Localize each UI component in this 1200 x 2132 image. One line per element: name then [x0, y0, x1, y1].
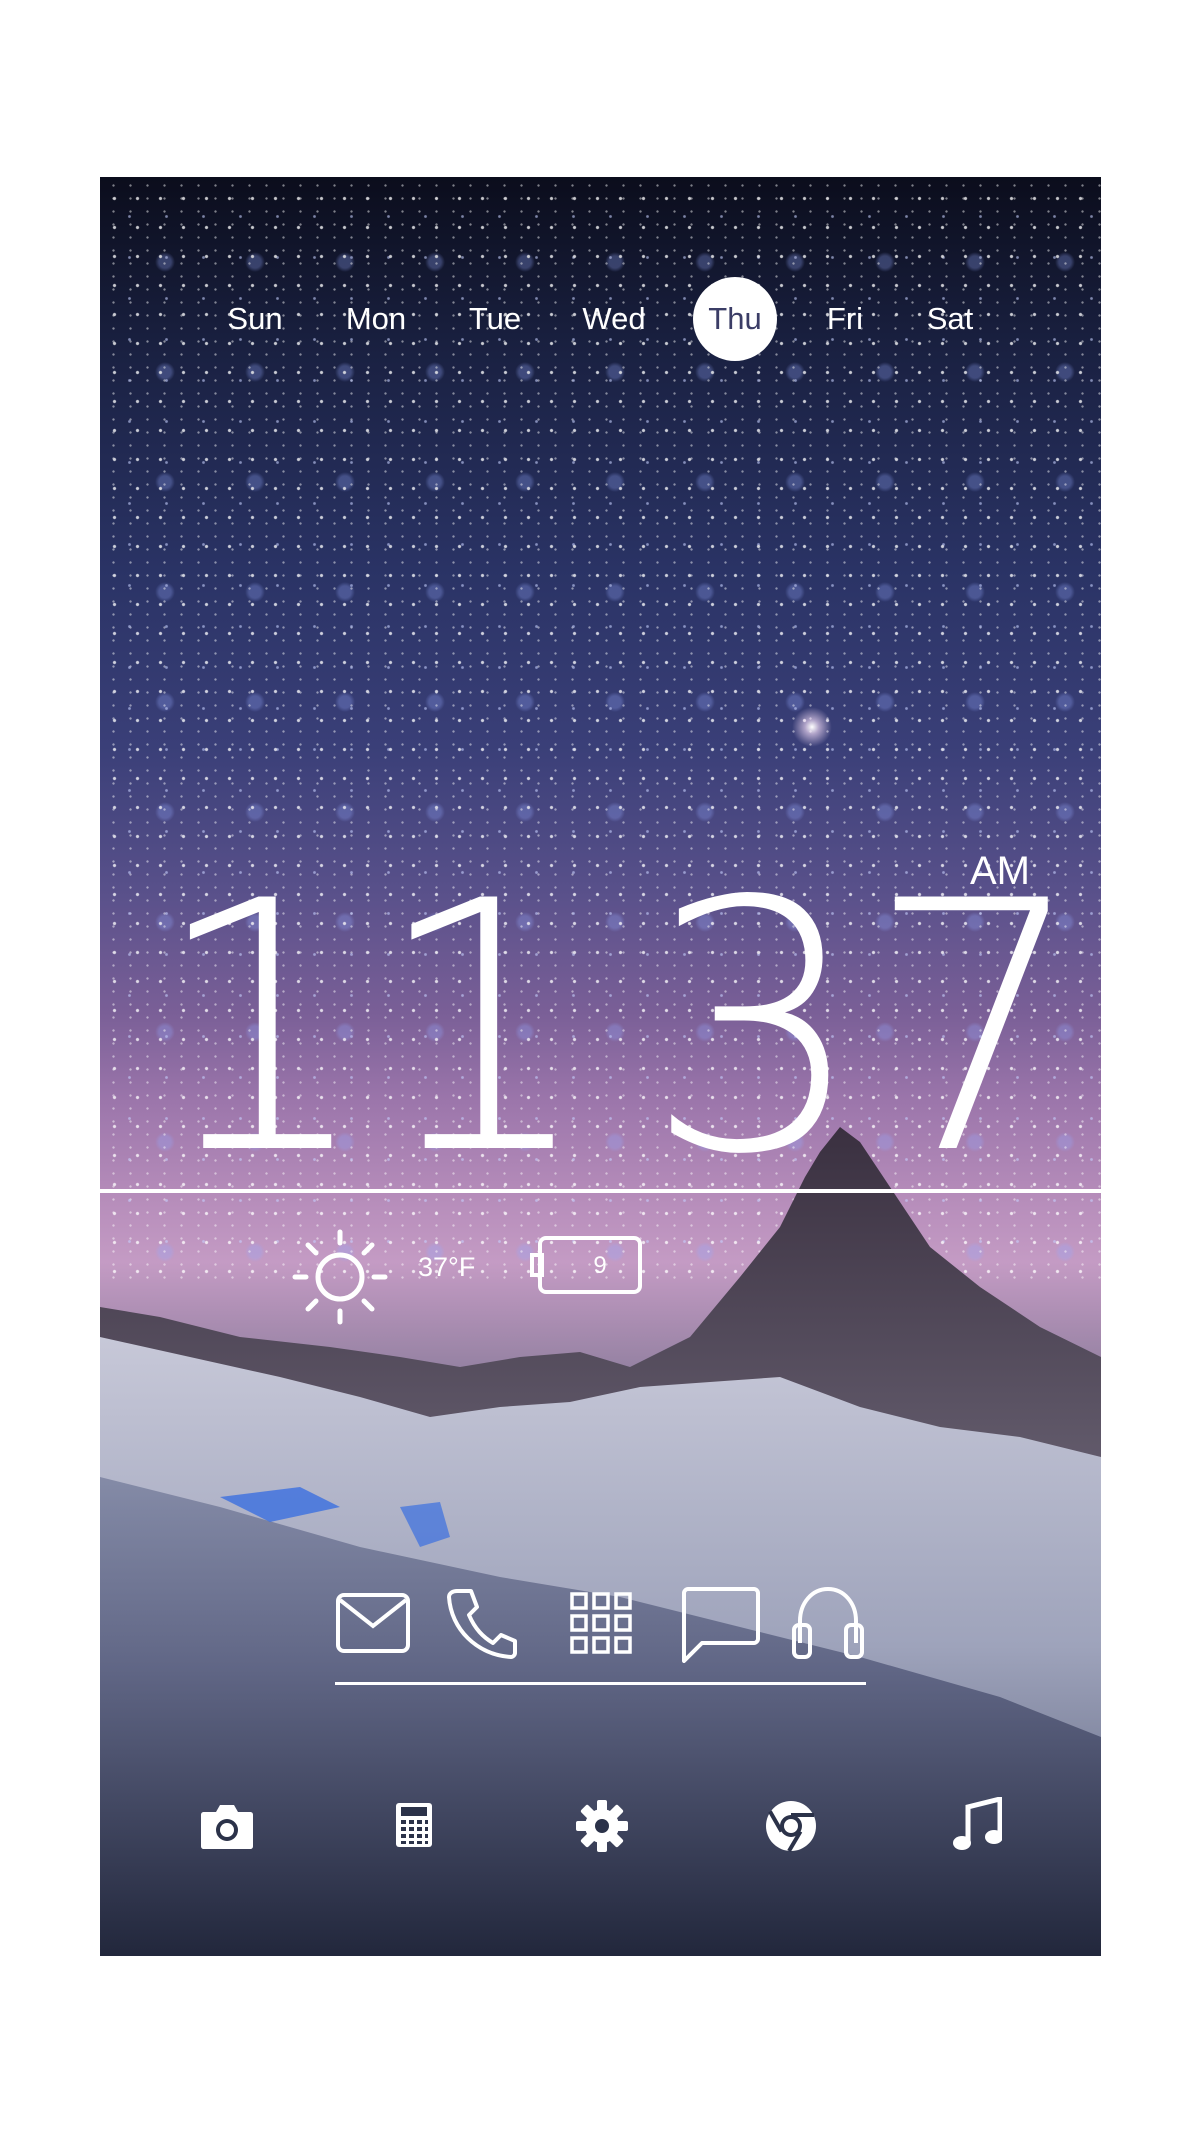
sun-icon — [292, 1229, 388, 1325]
home-screen: Sun Mon Tue Wed Thu Fri Sat 11 37 AM 37°… — [100, 177, 1101, 1956]
clock-divider — [100, 1189, 1101, 1193]
day-fri[interactable]: Fri — [803, 277, 887, 361]
mail-icon[interactable] — [335, 1592, 411, 1654]
messages-icon[interactable] — [680, 1587, 762, 1663]
day-mon[interactable]: Mon — [334, 277, 418, 361]
clock-hours: 11 — [152, 829, 595, 1230]
app-drawer-icon[interactable] — [570, 1592, 632, 1654]
music-icon[interactable] — [952, 1797, 1002, 1853]
headphones-icon[interactable] — [790, 1585, 866, 1661]
clock-minutes: 37 — [645, 829, 1088, 1230]
day-tue[interactable]: Tue — [453, 277, 537, 361]
phone-icon[interactable] — [445, 1587, 517, 1659]
weekday-selector: Sun Mon Tue Wed Thu Fri Sat — [100, 277, 1101, 367]
day-sat[interactable]: Sat — [908, 277, 992, 361]
temperature-label: 37°F — [418, 1252, 476, 1282]
settings-icon[interactable] — [575, 1799, 629, 1853]
day-thu-selected[interactable]: Thu — [693, 277, 777, 361]
day-sun[interactable]: Sun — [213, 277, 297, 361]
battery-level: 9 — [593, 1252, 607, 1279]
clock-period: AM — [970, 849, 1030, 893]
dock-underline — [335, 1682, 866, 1685]
chrome-icon[interactable] — [764, 1799, 818, 1853]
calculator-icon[interactable] — [395, 1802, 433, 1848]
day-wed[interactable]: Wed — [572, 277, 656, 361]
camera-icon[interactable] — [200, 1802, 254, 1850]
